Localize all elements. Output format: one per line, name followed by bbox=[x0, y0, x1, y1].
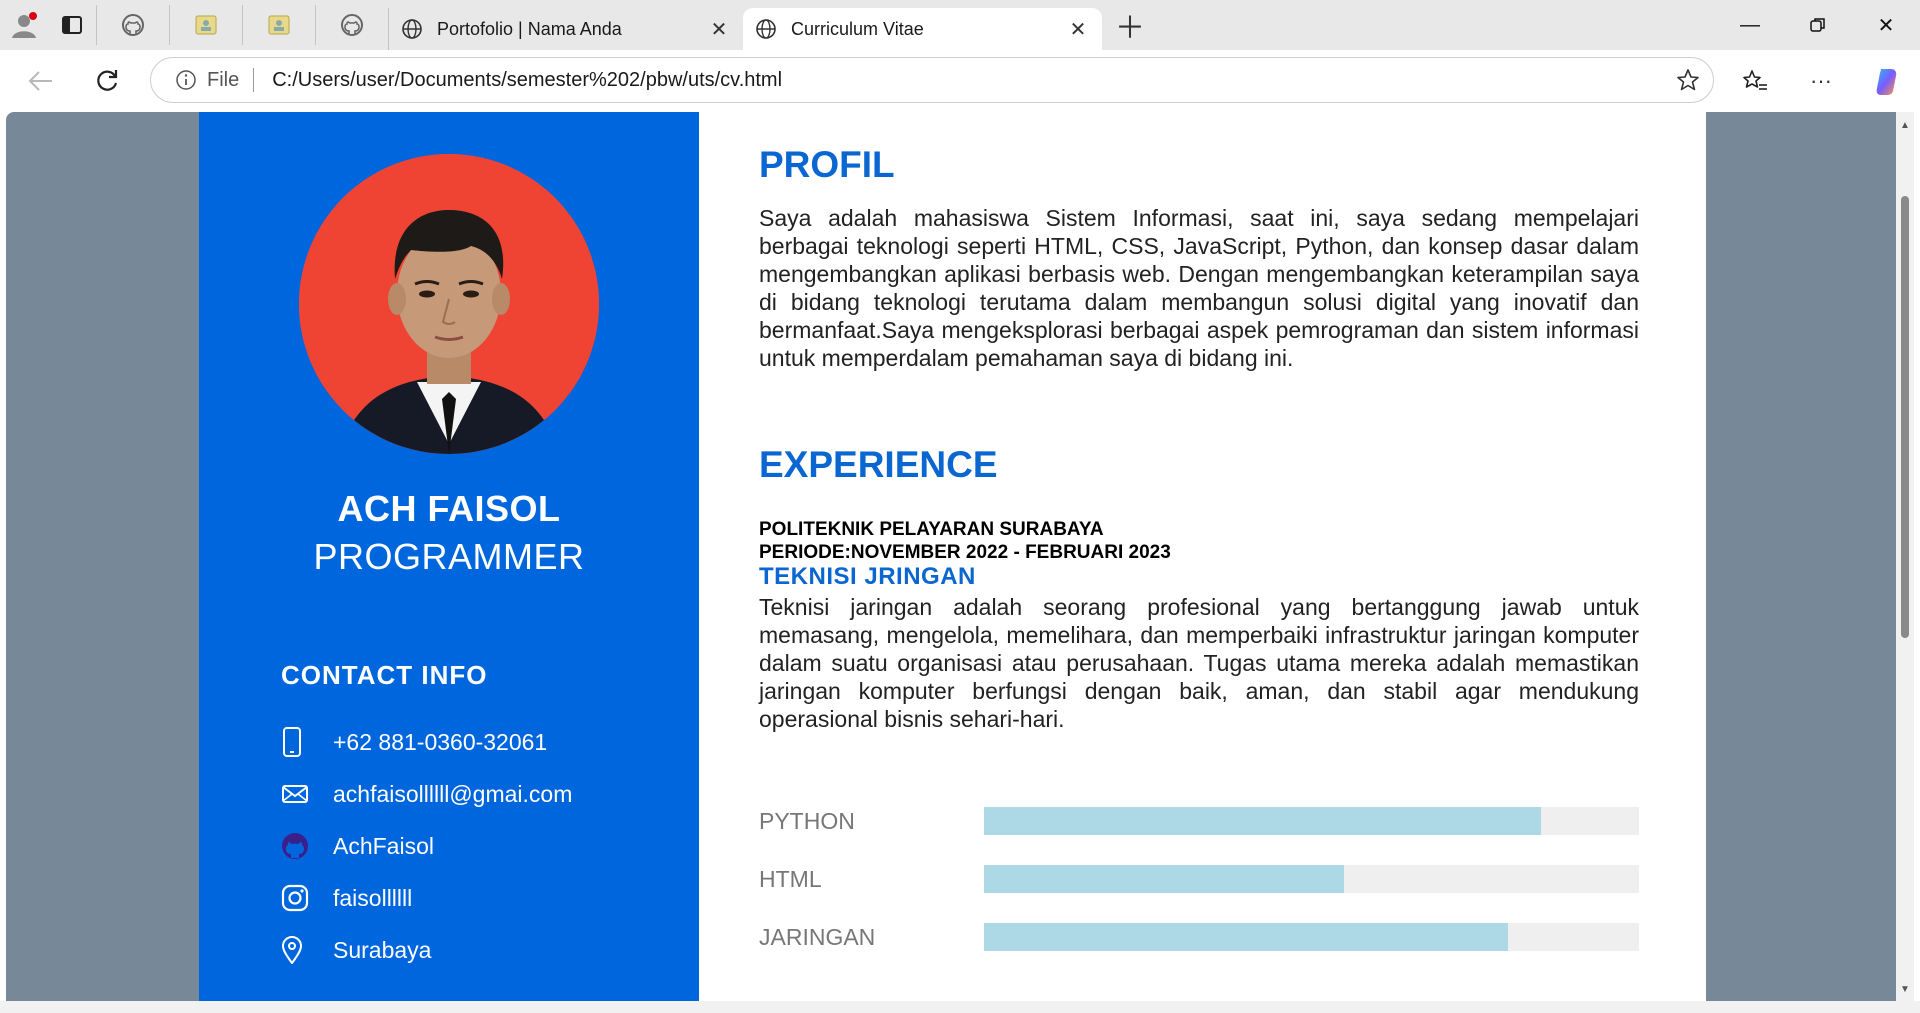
pinned-tab-github-2[interactable] bbox=[315, 5, 388, 45]
close-tab-icon[interactable]: ✕ bbox=[707, 17, 731, 42]
window-bottom-edge bbox=[0, 1001, 1920, 1013]
navigation-toolbar: File C:/Users/user/Documents/semester%20… bbox=[0, 50, 1920, 112]
reload-button[interactable] bbox=[74, 56, 140, 106]
minimize-icon[interactable]: — bbox=[1716, 0, 1784, 50]
github-icon bbox=[122, 14, 144, 36]
close-window-icon[interactable]: ✕ bbox=[1852, 0, 1920, 50]
tab-strip: Portofolio | Nama Anda ✕ Curriculum Vita… bbox=[0, 0, 1920, 50]
tab-curriculum-vitae[interactable]: Curriculum Vitae ✕ bbox=[743, 8, 1102, 50]
skill-name: HTML bbox=[759, 865, 822, 892]
copilot-icon bbox=[1876, 69, 1897, 95]
contact-info-heading: CONTACT INFO bbox=[281, 660, 488, 690]
tab-title: Curriculum Vitae bbox=[791, 18, 924, 39]
avatar-icon bbox=[12, 12, 37, 38]
page-viewport: ACH FAISOL PROGRAMMER CONTACT INFO +62 8… bbox=[6, 112, 1896, 1001]
pinned-tab-image-2[interactable] bbox=[242, 5, 315, 45]
skill-bar-track bbox=[984, 923, 1639, 951]
favorite-star-icon[interactable] bbox=[1663, 68, 1713, 92]
contact-instagram: faisollllll bbox=[281, 872, 572, 924]
skill-name: JARINGAN bbox=[759, 923, 876, 950]
back-button[interactable] bbox=[8, 56, 74, 106]
scheme-label: File bbox=[207, 68, 240, 91]
contact-text: AchFaisol bbox=[333, 832, 434, 859]
address-bar[interactable]: File C:/Users/user/Documents/semester%20… bbox=[150, 57, 1714, 103]
vertical-scrollbar[interactable]: ▲ ▼ bbox=[1896, 112, 1914, 1001]
skill-bar-fill bbox=[984, 923, 1508, 951]
copilot-button[interactable] bbox=[1854, 56, 1920, 106]
skill-row: HTML bbox=[759, 864, 1639, 894]
github-icon bbox=[341, 14, 363, 36]
new-tab-button[interactable]: ＋ bbox=[1102, 5, 1158, 45]
experience-description: Teknisi jaringan adalah seorang profesio… bbox=[759, 594, 1639, 732]
profile-text: Saya adalah mahasiswa Sistem Informasi, … bbox=[759, 205, 1639, 371]
globe-icon bbox=[401, 18, 423, 40]
image-file-icon bbox=[268, 15, 290, 35]
contact-text: achfaisollllll@gmai.com bbox=[333, 780, 573, 807]
info-icon[interactable] bbox=[175, 69, 197, 91]
skill-name: PYTHON bbox=[759, 807, 855, 834]
tab-actions-icon bbox=[62, 16, 82, 34]
experience-job-title: TEKNISI JRINGAN bbox=[759, 563, 976, 590]
contact-list: +62 881-0360-32061 achfaisollllll@gmai.c… bbox=[281, 716, 572, 976]
scroll-up-icon[interactable]: ▲ bbox=[1899, 120, 1911, 131]
instagram-icon bbox=[281, 884, 333, 912]
reload-icon bbox=[97, 70, 118, 91]
contact-phone: +62 881-0360-32061 bbox=[281, 716, 572, 768]
skill-bar-track bbox=[984, 865, 1639, 893]
skill-row: PYTHON bbox=[759, 806, 1639, 836]
more-menu-button[interactable]: ··· bbox=[1788, 56, 1854, 106]
skill-bar-fill bbox=[984, 807, 1541, 835]
cv-sidebar: ACH FAISOL PROGRAMMER CONTACT INFO +62 8… bbox=[199, 112, 699, 1001]
url-text[interactable]: C:/Users/user/Documents/semester%202/pbw… bbox=[272, 69, 1663, 92]
skill-row: JARINGAN bbox=[759, 922, 1639, 952]
cv-main: PROFIL Saya adalah mahasiswa Sistem Info… bbox=[699, 112, 1706, 1001]
contact-github: AchFaisol bbox=[281, 820, 572, 872]
restore-icon[interactable] bbox=[1784, 0, 1852, 50]
contact-text: faisollllll bbox=[333, 884, 413, 911]
window-controls: — ✕ bbox=[1716, 0, 1920, 50]
close-tab-icon[interactable]: ✕ bbox=[1066, 17, 1090, 42]
toolbar-right: ··· bbox=[1722, 50, 1920, 112]
arrow-left-icon bbox=[28, 71, 52, 91]
person-role: PROGRAMMER bbox=[313, 536, 585, 577]
skill-bar-fill bbox=[984, 865, 1345, 893]
experience-heading: EXPERIENCE bbox=[759, 444, 998, 485]
ellipsis-icon: ··· bbox=[1810, 68, 1832, 93]
pinned-tab-github-1[interactable] bbox=[96, 5, 169, 45]
skill-bar-track bbox=[984, 807, 1639, 835]
cv-card: ACH FAISOL PROGRAMMER CONTACT INFO +62 8… bbox=[199, 112, 1706, 1001]
location-pin-icon bbox=[281, 936, 333, 964]
vertical-tabs-button[interactable] bbox=[48, 5, 96, 45]
mail-icon bbox=[281, 783, 333, 805]
person-name: ACH FAISOL bbox=[337, 488, 561, 529]
pinned-tab-image-1[interactable] bbox=[169, 5, 242, 45]
phone-icon bbox=[281, 727, 333, 757]
scroll-thumb[interactable] bbox=[1901, 196, 1909, 638]
contact-text: Surabaya bbox=[333, 936, 432, 963]
tab-portfolio[interactable]: Portofolio | Nama Anda ✕ bbox=[388, 8, 743, 50]
contact-location: Surabaya bbox=[281, 924, 572, 976]
contact-text: +62 881-0360-32061 bbox=[333, 728, 548, 755]
experience-period: PERIODE:NOVEMBER 2022 - FEBRUARI 2023 bbox=[759, 542, 1171, 563]
github-icon bbox=[281, 832, 333, 860]
contact-email: achfaisollllll@gmai.com bbox=[281, 768, 572, 820]
profile-button[interactable] bbox=[0, 5, 48, 45]
favorites-button[interactable] bbox=[1722, 56, 1788, 106]
profile-photo bbox=[299, 154, 599, 454]
divider bbox=[253, 68, 255, 92]
scroll-down-icon[interactable]: ▼ bbox=[1899, 984, 1911, 995]
favorites-list-icon bbox=[1743, 70, 1767, 90]
image-file-icon bbox=[195, 15, 217, 35]
tab-title: Portofolio | Nama Anda bbox=[437, 18, 622, 39]
globe-icon bbox=[755, 18, 777, 40]
experience-org: POLITEKNIK PELAYARAN SURABAYA bbox=[759, 519, 1104, 540]
profile-heading: PROFIL bbox=[759, 144, 895, 185]
